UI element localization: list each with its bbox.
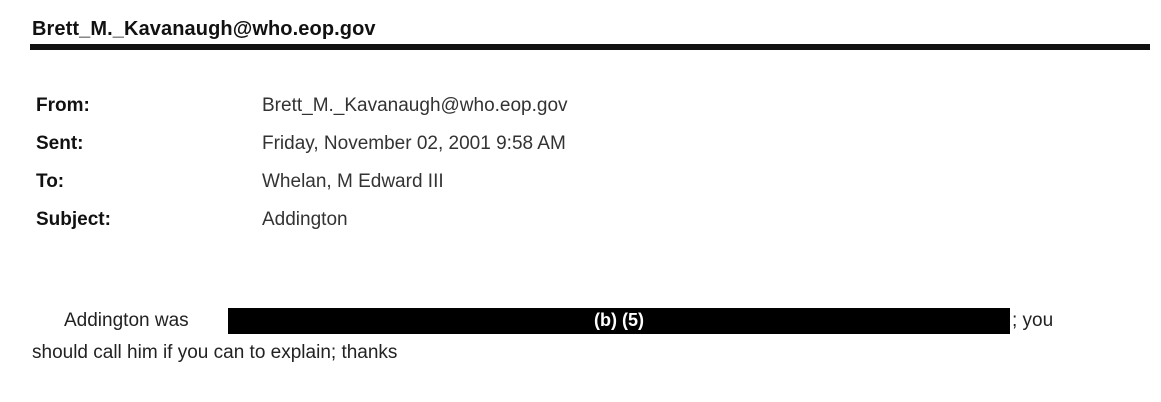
from-value: Brett_M._Kavanaugh@who.eop.gov xyxy=(262,95,568,116)
sent-label: Sent: xyxy=(36,133,84,154)
redaction-block: (b) (5) xyxy=(228,308,1010,334)
sent-row: Sent: Friday, November 02, 2001 9:58 AM xyxy=(0,133,1100,161)
subject-row: Subject: Addington xyxy=(0,209,1100,237)
header-divider xyxy=(30,44,1150,50)
subject-label: Subject: xyxy=(36,209,111,230)
to-label: To: xyxy=(36,171,65,192)
from-label: From: xyxy=(36,95,90,116)
sent-value: Friday, November 02, 2001 9:58 AM xyxy=(262,133,566,154)
from-row: From: Brett_M._Kavanaugh@who.eop.gov xyxy=(0,95,1100,123)
body-line1-start: Addington was xyxy=(64,310,189,331)
redaction-label: (b) (5) xyxy=(594,310,644,330)
subject-value: Addington xyxy=(262,209,348,230)
to-value: Whelan, M Edward III xyxy=(262,171,444,192)
body-line2: should call him if you can to explain; t… xyxy=(32,342,398,363)
to-row: To: Whelan, M Edward III xyxy=(0,171,1100,199)
body-line1-end: ; you xyxy=(1012,310,1054,331)
sender-header: Brett_M._Kavanaugh@who.eop.gov xyxy=(32,18,376,40)
